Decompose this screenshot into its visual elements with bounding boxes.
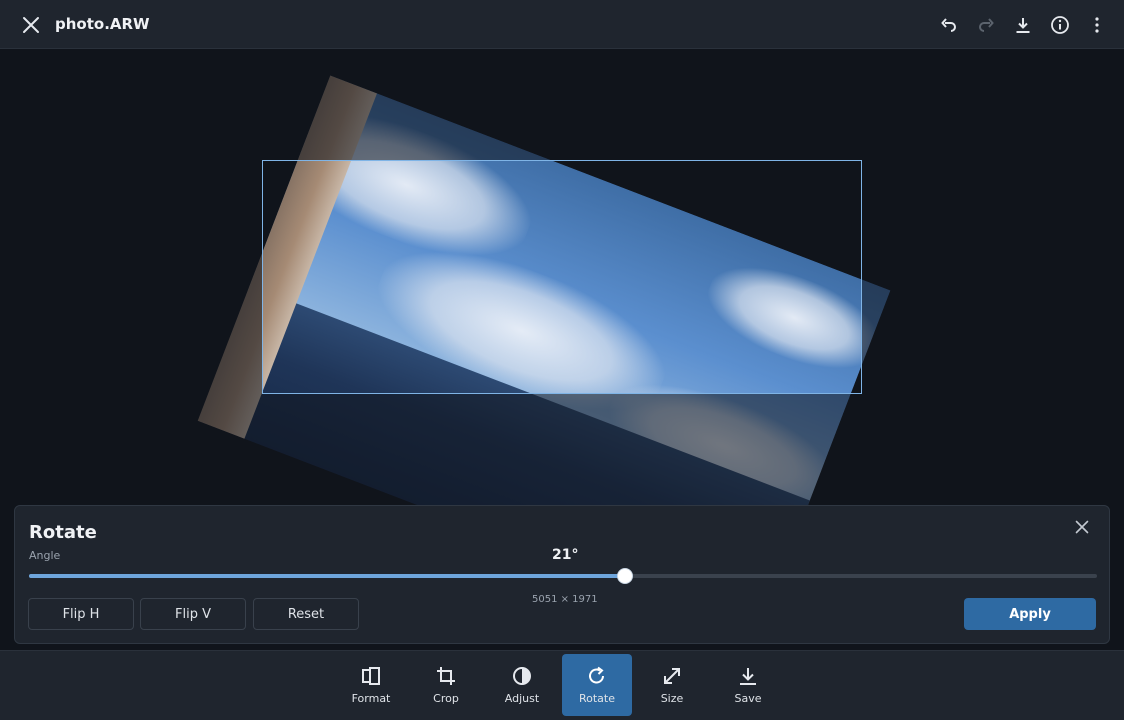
close-icon [1075,520,1089,534]
angle-slider[interactable] [29,568,1097,584]
tool-rotate[interactable]: Rotate [562,654,632,716]
close-icon [23,17,39,33]
tool-label: Crop [433,692,459,705]
more-button[interactable] [1084,12,1110,38]
crop-mask-top [262,49,862,160]
crop-mask-bottom [262,393,862,505]
flip-h-button[interactable]: Flip H [28,598,134,630]
adjust-icon [513,667,531,685]
crop-frame[interactable] [262,160,862,394]
angle-label: Angle [29,549,61,562]
tool-label: Save [734,692,762,705]
resize-icon [664,668,680,684]
bottom-toolbar: Format Crop Adjust Rotate Size Save [0,650,1124,720]
redo-button[interactable] [973,12,999,38]
rotate-panel: Rotate Angle 21° 5051 × 1971 Flip H Flip… [14,505,1110,644]
tool-label: Adjust [504,692,540,705]
panel-close-button[interactable] [1071,516,1093,538]
close-button[interactable] [18,12,44,38]
header-actions [936,12,1110,38]
info-button[interactable] [1047,12,1073,38]
rotate-icon [589,666,604,684]
tool-adjust[interactable]: Adjust [487,654,557,716]
redo-icon [979,18,994,32]
tool-save[interactable]: Save [713,654,783,716]
crop-icon [437,667,455,685]
reset-button[interactable]: Reset [253,598,359,630]
crop-mask-left [0,49,262,505]
crop-mask-right [862,49,1124,505]
tool-size[interactable]: Size [637,654,707,716]
top-bar: photo.ARW [0,0,1124,49]
download-button[interactable] [1010,12,1036,38]
image-canvas[interactable] [0,49,1124,505]
tool-format[interactable]: Format [336,654,406,716]
slider-fill [29,574,625,578]
tool-label: Format [351,692,391,705]
save-icon [740,668,756,685]
tool-crop[interactable]: Crop [411,654,481,716]
angle-value: 21° [552,547,579,563]
undo-button[interactable] [936,12,962,38]
flip-v-button[interactable]: Flip V [140,598,246,630]
download-icon [1016,18,1030,33]
undo-icon [941,18,956,32]
tool-label: Rotate [578,692,615,705]
output-dimensions: 5051 × 1971 [532,594,598,605]
file-title: photo.ARW [55,15,150,33]
apply-button[interactable]: Apply [964,598,1096,630]
info-icon [1051,16,1069,34]
panel-title: Rotate [29,522,97,543]
more-vertical-icon [1095,17,1099,33]
tool-label: Size [660,692,684,705]
format-icon [362,667,380,685]
slider-thumb[interactable] [617,568,633,584]
